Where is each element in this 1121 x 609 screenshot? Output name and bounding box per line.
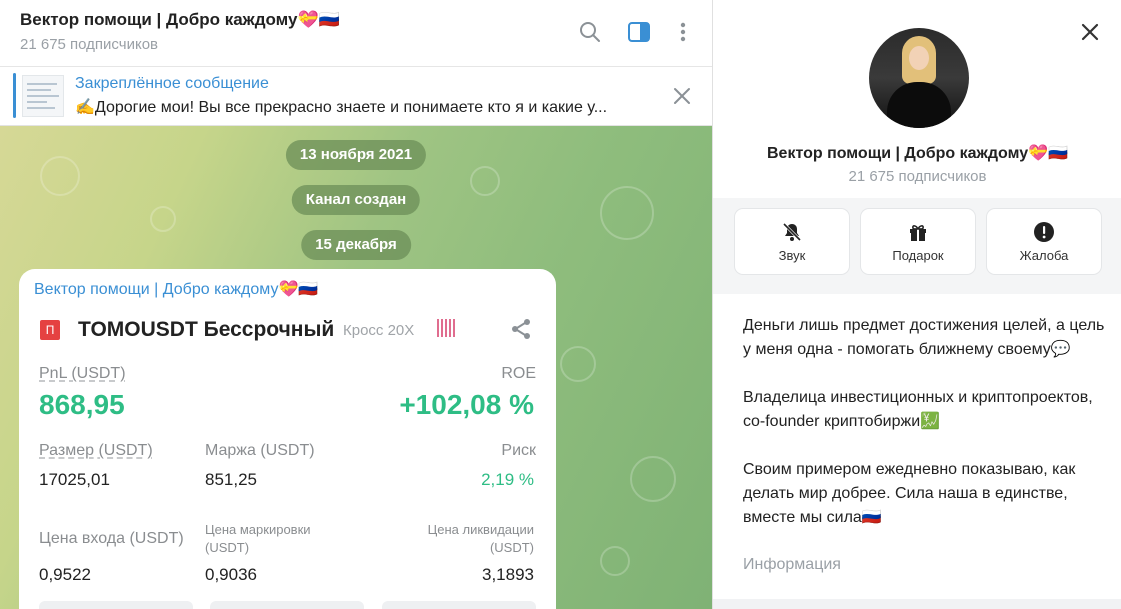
mark-price-label: Цена маркировки (USDT)	[205, 522, 311, 555]
pair-name: TOMOUSDT Бессрочный	[78, 318, 335, 341]
profile-section: Вектор помощи | Добро каждому💝🇷🇺 21 675 …	[713, 0, 1121, 294]
margin-label: Маржа (USDT)	[205, 442, 315, 459]
gift-button[interactable]: Подарок	[861, 209, 975, 274]
exchange-logo-icon: П	[40, 320, 60, 340]
liquidation-price-label: Цена ликвидации (USDT)	[427, 522, 534, 555]
about-section: Деньги лишь предмет достижения целей, а …	[713, 294, 1121, 599]
size-value: 17025,01	[39, 470, 110, 489]
chat-column: Вектор помощи | Добро каждому💝🇷🇺 21 675 …	[0, 0, 712, 609]
gift-label: Подарок	[892, 248, 944, 263]
size-label: Размер (USDT)	[39, 442, 153, 459]
about-paragraph: Своим примером ежедневно показываю, как …	[743, 461, 1076, 526]
channel-title[interactable]: Вектор помощи | Добро каждому💝🇷🇺	[20, 10, 340, 30]
close-panel-icon[interactable]	[1078, 20, 1102, 49]
chat-header[interactable]: Вектор помощи | Добро каждому💝🇷🇺 21 675 …	[0, 0, 712, 67]
more-vertical-icon[interactable]	[669, 18, 697, 46]
entry-price-value: 0,9522	[39, 565, 91, 584]
risk-value: 2,19 %	[481, 470, 534, 489]
liquidation-price-value: 3,1893	[482, 565, 534, 584]
roe-label: ROE	[501, 365, 536, 382]
gift-icon	[906, 220, 930, 244]
card-button[interactable]	[39, 601, 193, 609]
message-bubble[interactable]: Вектор помощи | Добро каждому💝🇷🇺 П TOMOU…	[19, 269, 556, 609]
entry-price-label: Цена входа (USDT)	[39, 530, 184, 547]
mute-button[interactable]: Звук	[735, 209, 849, 274]
report-button[interactable]: Жалоба	[987, 209, 1101, 274]
bell-off-icon	[780, 220, 804, 244]
message-author[interactable]: Вектор помощи | Добро каждому💝🇷🇺	[34, 279, 318, 299]
mark-price-value: 0,9036	[205, 565, 257, 584]
about-paragraph: Деньги лишь предмет достижения целей, а …	[743, 317, 1105, 358]
risk-label: Риск	[501, 442, 536, 459]
info-label: Информация	[743, 556, 841, 573]
card-button[interactable]	[382, 601, 536, 609]
card-button[interactable]	[210, 601, 364, 609]
subscriber-count: 21 675 подписчиков	[20, 36, 159, 53]
pinned-text: ✍️Дорогие мои! Вы все прекрасно знаете и…	[75, 99, 608, 116]
pinned-indicator	[13, 73, 16, 118]
close-icon[interactable]	[670, 84, 694, 113]
avatar[interactable]	[869, 28, 969, 128]
mute-label: Звук	[778, 248, 806, 263]
pinned-title: Закреплённое сообщение	[75, 75, 269, 92]
margin-value: 851,25	[205, 470, 257, 489]
channel-info-panel: Вектор помощи | Добро каждому💝🇷🇺 21 675 …	[712, 0, 1121, 609]
about-paragraph: Владелица инвестиционных и криптопроекто…	[743, 389, 1093, 430]
sidebar-toggle-icon[interactable]	[625, 18, 653, 46]
search-icon[interactable]	[576, 18, 604, 46]
channel-name: Вектор помощи | Добро каждому💝🇷🇺	[767, 145, 1068, 162]
leverage-bars-icon	[437, 319, 457, 337]
margin-mode: Кросс 20X	[343, 322, 415, 339]
date-separator: 15 декабря	[301, 230, 411, 260]
date-separator: 13 ноября 2021	[285, 140, 427, 170]
service-message: Канал создан	[291, 185, 421, 215]
share-icon	[509, 317, 533, 346]
report-label: Жалоба	[1019, 248, 1069, 263]
pinned-thumbnail	[22, 75, 64, 117]
pnl-label: PnL (USDT)	[39, 365, 126, 382]
roe-value: +102,08 %	[399, 389, 534, 420]
alert-icon	[1032, 220, 1056, 244]
pinned-message-bar[interactable]: Закреплённое сообщение ✍️Дорогие мои! Вы…	[0, 67, 712, 126]
about-text: Деньги лишь предмет достижения целей, а …	[743, 314, 1108, 554]
pnl-value: 868,95	[39, 389, 125, 420]
panel-subscriber-count: 21 675 подписчиков	[848, 168, 987, 185]
